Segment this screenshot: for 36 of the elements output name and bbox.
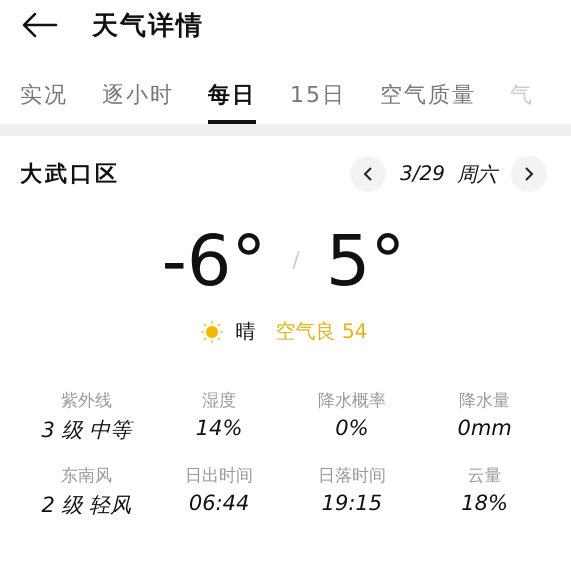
next-day-button[interactable]: [511, 156, 547, 192]
chevron-right-icon: [524, 166, 534, 182]
stat-value: 14%: [196, 416, 242, 440]
back-arrow-icon: [22, 12, 58, 38]
stat-value: 0%: [335, 416, 369, 440]
stat-label: 日落时间: [318, 465, 386, 487]
stat-value: 19:15: [322, 491, 382, 515]
stat-label: 降水量: [459, 390, 510, 412]
date: 3/29: [400, 160, 445, 186]
location-name: 大武口区: [20, 161, 120, 189]
tab[interactable]: 空气质量: [380, 74, 476, 124]
stat-label: 云量: [468, 465, 502, 487]
tab[interactable]: 逐小时: [102, 74, 174, 124]
low-temperature: -6°: [162, 226, 266, 296]
previous-day-button[interactable]: [350, 156, 386, 192]
chevron-left-icon: [363, 166, 374, 182]
stat-label: 紫外线: [60, 390, 112, 412]
stat-value: 0mm: [457, 416, 512, 440]
temperature-separator: /: [292, 250, 300, 272]
tab[interactable]: 15日: [290, 74, 346, 124]
weather-condition: 晴: [236, 318, 256, 345]
stat-value: 18%: [461, 491, 508, 515]
stat-value: 06:44: [188, 491, 250, 515]
air-quality: 空气良 54: [276, 318, 368, 345]
stat-label: 降水概率: [318, 390, 386, 412]
tab[interactable]: 实况: [20, 74, 68, 124]
stat-label: 东南风: [60, 465, 112, 487]
stat-value: 2 级 轻风: [42, 492, 132, 519]
tab[interactable]: 每日: [208, 74, 256, 124]
stat-label: 湿度: [202, 390, 236, 412]
high-temperature: 5°: [326, 226, 406, 296]
stat-value: 3 级 中等: [42, 416, 132, 444]
weekday: 周六: [457, 160, 497, 188]
page-title: 天气详情: [92, 10, 204, 42]
stat-label: 日出时间: [185, 465, 254, 487]
sun-icon: [200, 320, 224, 344]
